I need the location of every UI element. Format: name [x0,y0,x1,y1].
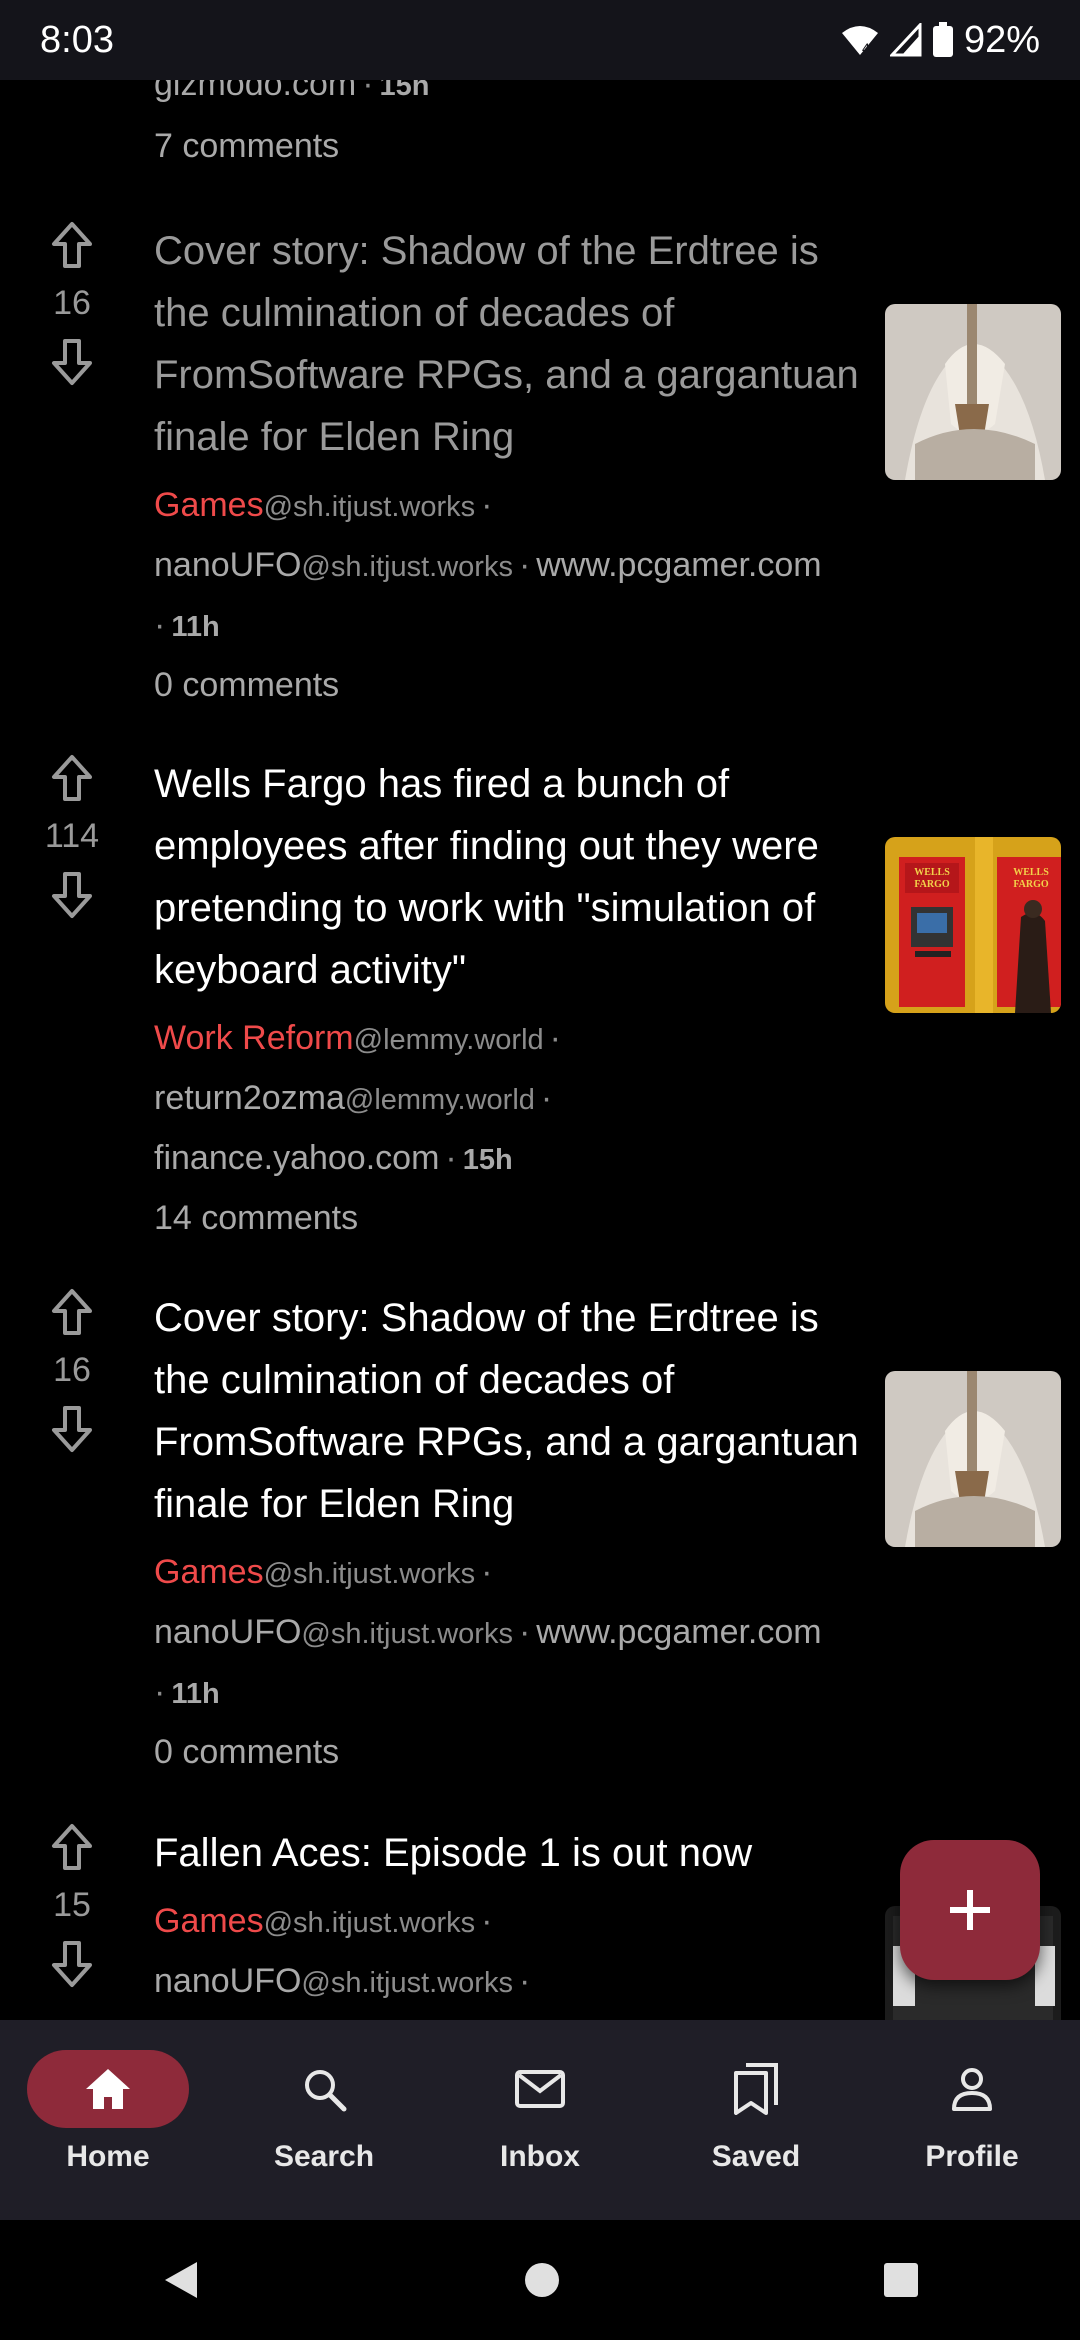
post-score: 16 [53,1351,91,1389]
vote-column: 114 [40,753,104,920]
post-feed[interactable]: gizmodo.com · 15h 7 comments 16 Cover stor… [0,80,1080,2020]
post-meta: Games@sh.itjust.works · nanoUFO@sh.itjust… [154,486,822,644]
downvote-icon[interactable] [48,1404,96,1454]
svg-text:4: 4 [862,40,870,56]
author-link[interactable]: return2ozma [154,1079,345,1117]
nav-home[interactable]: Home [0,2020,216,2220]
wells-fargo-thumbnail-image: WELLS FARGO WELLS FARGO [885,837,1061,1013]
plus-icon [950,1890,990,1930]
post-thumbnail[interactable]: WELLS FARGO WELLS FARGO [885,837,1061,1013]
post-thumbnail[interactable] [885,304,1061,480]
home-icon [86,2069,130,2109]
post-content: Cover story: Shadow of the Erdtree is th… [154,1287,874,1781]
post-content: Fallen Aces: Episode 1 is out now Games@… [154,1822,874,2012]
author-link[interactable]: nanoUFO [154,1962,301,2000]
recents-icon[interactable] [881,2260,921,2300]
comment-count[interactable]: 14 comments [154,1189,874,1247]
battery-percent: 92% [963,18,1040,61]
svg-text:FARGO: FARGO [1013,879,1049,890]
author-link[interactable]: nanoUFO [154,1613,301,1651]
post-score: 16 [53,284,91,322]
community-link[interactable]: Work Reform [154,1019,354,1057]
comment-count[interactable]: 7 comments [154,117,430,175]
comment-count[interactable]: 0 comments [154,656,874,714]
post-title[interactable]: Cover story: Shadow of the Erdtree is th… [154,220,874,468]
upvote-icon[interactable] [48,220,96,270]
mail-icon [515,2070,565,2108]
home-circle-icon[interactable] [522,2260,562,2300]
nav-profile[interactable]: Profile [864,2020,1080,2220]
nav-inbox[interactable]: Inbox [432,2020,648,2220]
downvote-icon[interactable] [48,870,96,920]
author-link[interactable]: nanoUFO [154,546,301,584]
status-bar: 8:03 4 92% [0,0,1080,80]
wifi-icon: 4 [841,26,878,56]
wells-fargo-sign-1: WELLS [914,867,950,878]
elden-ring-thumbnail-image [885,1371,1061,1547]
vote-column: 16 [40,220,104,387]
nav-inbox-label: Inbox [500,2140,580,2173]
post-age: 11h [171,1678,220,1710]
community-link[interactable]: Games [154,1902,264,1940]
nav-saved-label: Saved [711,2140,801,2173]
elden-ring-thumbnail-image [885,304,1061,480]
upvote-icon[interactable] [48,1822,96,1872]
nav-profile-label: Profile [925,2140,1019,2173]
nav-home-label: Home [66,2140,150,2173]
wells-fargo-sign-2: WELLS [1013,867,1049,878]
comment-count[interactable]: 0 comments [154,1723,874,1781]
post-meta: Games@sh.itjust.works · nanoUFO@sh.itjust… [154,1902,531,2000]
partial-post-meta: gizmodo.com · 15h 7 comments [154,80,430,175]
system-navigation-bar [0,2220,1080,2340]
nav-home-pill[interactable] [27,2050,189,2128]
post-domain[interactable]: finance.yahoo.com [154,1139,439,1177]
svg-text:FARGO: FARGO [914,879,950,890]
downvote-icon[interactable] [48,337,96,387]
post-title[interactable]: Wells Fargo has fired a bunch of employe… [154,753,874,1001]
post-title[interactable]: Cover story: Shadow of the Erdtree is th… [154,1287,874,1535]
back-icon[interactable] [159,2258,203,2302]
search-icon [305,2070,347,2112]
post-domain[interactable]: www.pcgamer.com [536,1613,821,1651]
community-link[interactable]: Games [154,1553,264,1591]
bottom-navigation: Home Search Inbox Saved Profile [0,2020,1080,2220]
post-age: 15h [462,1144,513,1176]
person-icon [952,2068,992,2111]
post-score: 15 [53,1886,91,1924]
nav-saved[interactable]: Saved [648,2020,864,2220]
create-post-button[interactable] [900,1840,1040,1980]
post-content: Cover story: Shadow of the Erdtree is th… [154,220,874,714]
cell-signal-icon [889,23,922,57]
vote-column: 15 [40,1822,104,1989]
post-title[interactable]: Fallen Aces: Episode 1 is out now [154,1822,874,1884]
post-meta: Games@sh.itjust.works · nanoUFO@sh.itjust… [154,1553,822,1711]
status-time: 8:03 [40,18,114,61]
post-domain[interactable]: gizmodo.com [154,80,356,103]
downvote-icon[interactable] [48,1939,96,1989]
post-domain[interactable]: www.pcgamer.com [536,546,821,584]
upvote-icon[interactable] [48,1287,96,1337]
status-icons: 4 92% [840,19,1040,62]
battery-icon [932,22,953,57]
nav-search[interactable]: Search [216,2020,432,2220]
post-thumbnail[interactable] [885,1371,1061,1547]
post-score: 114 [44,817,100,855]
bookmarks-icon [734,2063,778,2115]
post-meta: Work Reform@lemmy.world · return2ozma@lem… [154,1019,561,1177]
post-age: 15h [379,80,430,102]
vote-column: 16 [40,1287,104,1454]
post-content: Wells Fargo has fired a bunch of employe… [154,753,874,1247]
post-age: 11h [171,611,220,643]
nav-search-label: Search [273,2140,375,2173]
community-link[interactable]: Games [154,486,264,524]
upvote-icon[interactable] [48,753,96,803]
